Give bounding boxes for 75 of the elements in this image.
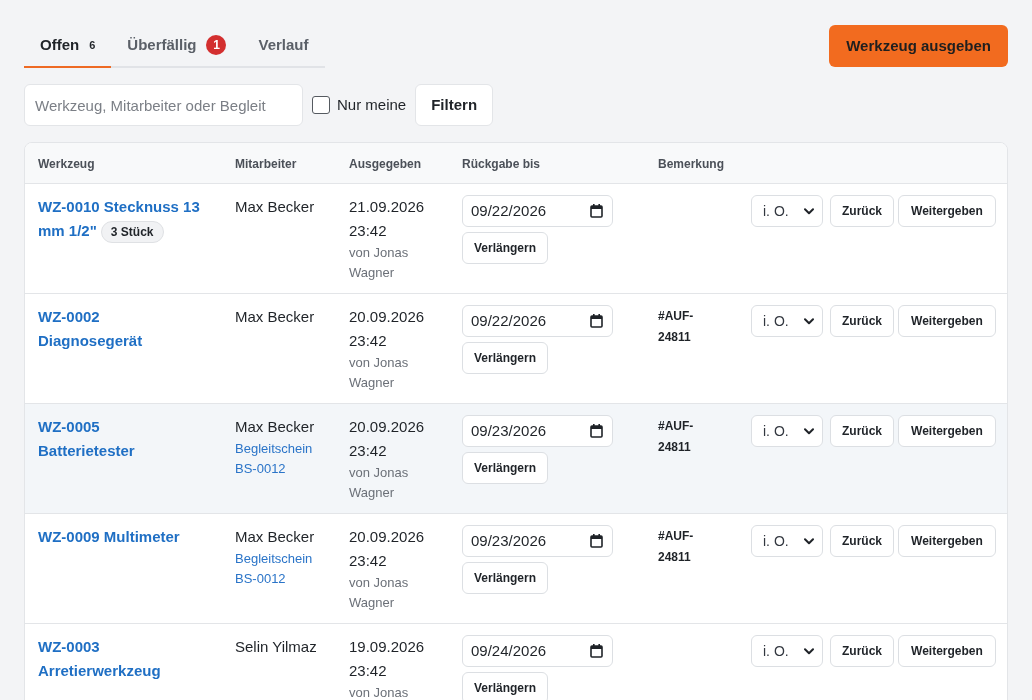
remark-text: #AUF-24811: [658, 418, 695, 456]
issued-by: von Jonas Wagner: [349, 244, 410, 282]
issued-by: von Jonas: [349, 684, 409, 700]
calendar-icon[interactable]: [590, 424, 603, 438]
chevron-down-icon: [804, 537, 814, 545]
pass-on-button[interactable]: Weitergeben: [898, 635, 996, 667]
calendar-icon[interactable]: [590, 534, 603, 548]
extend-button[interactable]: Verlängern: [462, 342, 549, 374]
tab[interactable]: Offen 6: [24, 25, 112, 68]
extend-button[interactable]: Verlängern: [462, 452, 549, 484]
tool-link[interactable]: WZ-0003 Arretierwerkzeug: [38, 635, 200, 683]
chevron-down-icon: [804, 647, 814, 655]
remark-text: #AUF-24811: [658, 308, 695, 346]
date-field[interactable]: 09/23/2026: [462, 415, 613, 447]
employee-name: Max Becker: [235, 197, 315, 217]
return-button[interactable]: Zurück: [830, 635, 894, 667]
document-link[interactable]: Begleitschein BS-0012: [235, 549, 321, 589]
return-button[interactable]: Zurück: [830, 525, 894, 557]
issued-datetime: 20.09.2026 23:42: [349, 307, 426, 351]
quantity-badge: 3 Stück: [100, 221, 164, 244]
column-header: Rückgabe bis: [462, 157, 541, 171]
remark-text: #AUF-24811: [658, 528, 695, 566]
tab[interactable]: Überfällig 1: [111, 25, 243, 68]
tool-link[interactable]: WZ-0005 Batterietester: [38, 415, 200, 463]
column-header: Ausgegeben: [349, 157, 421, 171]
tool-link[interactable]: WZ-0010 Stecknuss 13 mm 1/2" 3 Stück: [38, 195, 200, 244]
issue-tool-button[interactable]: Werkzeug ausgeben: [829, 25, 1008, 67]
tab[interactable]: Verlauf: [242, 25, 325, 68]
extend-button[interactable]: Verlängern: [462, 562, 549, 594]
tool-link[interactable]: WZ-0009 Multimeter: [38, 525, 200, 549]
condition-select[interactable]: i. O.: [751, 525, 823, 557]
pass-on-button[interactable]: Weitergeben: [898, 195, 996, 227]
date-field[interactable]: 09/24/2026: [462, 635, 613, 667]
search-field[interactable]: Werkzeug, Mitarbeiter oder Begleit: [24, 84, 303, 126]
issued-by: von Jonas Wagner: [349, 574, 410, 612]
employee-name: Max Becker: [235, 307, 315, 327]
chevron-down-icon: [804, 317, 814, 325]
return-button[interactable]: Zurück: [830, 195, 894, 227]
chevron-down-icon: [804, 207, 814, 215]
condition-select[interactable]: i. O.: [751, 415, 823, 447]
pass-on-button[interactable]: Weitergeben: [898, 525, 996, 557]
issued-by: von Jonas Wagner: [349, 464, 410, 502]
tool-link[interactable]: WZ-0002 Diagnosegerät: [38, 305, 200, 353]
return-button[interactable]: Zurück: [830, 415, 894, 447]
issued-datetime: 19.09.2026 23:42: [349, 637, 426, 681]
calendar-icon[interactable]: [590, 644, 603, 658]
employee-name: Max Becker: [235, 417, 315, 437]
column-header: Mitarbeiter: [235, 157, 297, 171]
pass-on-button[interactable]: Weitergeben: [898, 415, 996, 447]
checkbox[interactable]: [312, 96, 330, 114]
pass-on-button[interactable]: Weitergeben: [898, 305, 996, 337]
count-badge: 1: [206, 35, 227, 55]
column-header: Bemerkung: [658, 157, 725, 171]
filter-button[interactable]: Filtern: [415, 84, 494, 126]
return-button[interactable]: Zurück: [830, 305, 894, 337]
issued-datetime: 20.09.2026 23:42: [349, 417, 426, 461]
calendar-icon[interactable]: [590, 314, 603, 328]
document-link[interactable]: Begleitschein BS-0012: [235, 439, 321, 479]
date-field[interactable]: 09/22/2026: [462, 305, 613, 337]
issued-by: von Jonas Wagner: [349, 354, 410, 392]
extend-button[interactable]: Verlängern: [462, 672, 549, 700]
employee-name: Max Becker: [235, 527, 315, 547]
calendar-icon[interactable]: [590, 204, 603, 218]
column-header: Werkzeug: [38, 157, 95, 171]
date-field[interactable]: 09/22/2026: [462, 195, 613, 227]
checkbox-label[interactable]: Nur meine: [337, 93, 407, 117]
condition-select[interactable]: i. O.: [751, 305, 823, 337]
condition-select[interactable]: i. O.: [751, 635, 823, 667]
issued-datetime: 20.09.2026 23:42: [349, 527, 426, 571]
date-field[interactable]: 09/23/2026: [462, 525, 613, 557]
extend-button[interactable]: Verlängern: [462, 232, 549, 264]
employee-name: Selin Yilmaz: [235, 637, 317, 657]
chevron-down-icon: [804, 427, 814, 435]
condition-select[interactable]: i. O.: [751, 195, 823, 227]
issued-datetime: 21.09.2026 23:42: [349, 197, 426, 241]
